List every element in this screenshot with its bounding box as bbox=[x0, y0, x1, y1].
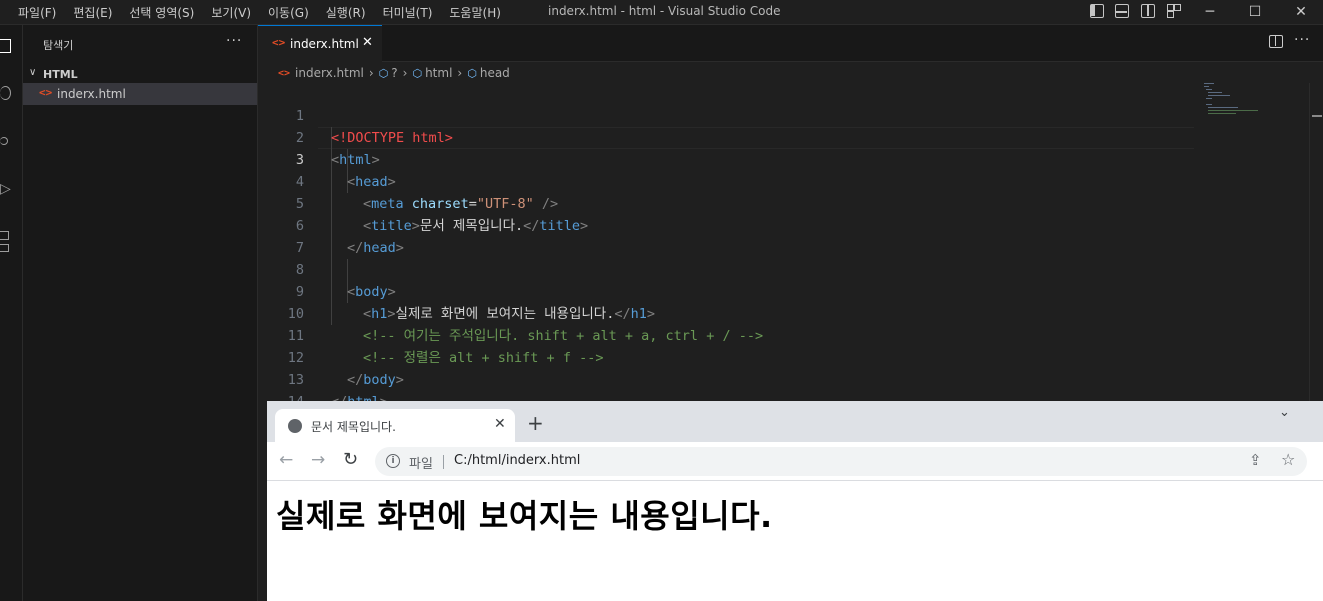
breadcrumb-html[interactable]: html bbox=[425, 66, 452, 80]
symbol-icon: ⬡ bbox=[378, 66, 389, 80]
breadcrumb: <> inderx.html › ⬡ ? › ⬡ html › ⬡ head bbox=[278, 65, 514, 81]
share-icon[interactable]: ⇪ bbox=[1249, 451, 1262, 469]
tab-search-icon[interactable]: ⌄ bbox=[1279, 405, 1290, 420]
code-line: 7 bbox=[258, 215, 1198, 256]
editor-area: <> inderx.html ✕ ··· <> inderx.html › ⬡ … bbox=[258, 25, 1323, 410]
file-item-label: inderx.html bbox=[57, 87, 126, 101]
browser-toolbar: ← → ↻ i 파일 C:/html/inderx.html ⇪ ☆ bbox=[267, 442, 1323, 481]
html-file-icon: <> bbox=[39, 86, 53, 99]
code-line: 3 <head> bbox=[258, 127, 1198, 190]
minimap[interactable] bbox=[1202, 80, 1262, 120]
search-icon[interactable] bbox=[0, 86, 11, 100]
breadcrumb-doctype[interactable]: ? bbox=[391, 66, 397, 80]
browser-tab-title: 문서 제목입니다. bbox=[311, 420, 396, 434]
chevron-right-icon: › bbox=[457, 66, 463, 80]
url-text[interactable]: C:/html/inderx.html bbox=[454, 453, 580, 468]
code-line: 8 <body> bbox=[258, 237, 1198, 300]
menu-view[interactable]: 보기(V) bbox=[211, 4, 260, 21]
back-button[interactable]: ← bbox=[279, 450, 293, 470]
explorer-icon[interactable] bbox=[0, 39, 11, 53]
code-line: 11 <!-- 정렬은 alt + shift + f --> bbox=[258, 303, 1198, 366]
menu-run[interactable]: 실행(R) bbox=[326, 4, 375, 21]
activity-bar: ▷ bbox=[0, 25, 23, 601]
file-item[interactable]: <> inderx.html bbox=[23, 83, 257, 105]
window-title: inderx.html - html - Visual Studio Code bbox=[548, 4, 781, 18]
chevron-right-icon: › bbox=[368, 66, 374, 80]
toggle-secondary-sidebar-icon[interactable] bbox=[1141, 4, 1155, 18]
bookmark-star-icon[interactable]: ☆ bbox=[1281, 450, 1295, 469]
sidebar-title: 탐색기 bbox=[43, 39, 74, 52]
chevron-down-icon: ∨ bbox=[29, 67, 37, 78]
editor-more-actions-icon[interactable]: ··· bbox=[1294, 32, 1310, 48]
split-editor-icon[interactable] bbox=[1269, 35, 1283, 48]
tab-close-icon[interactable]: ✕ bbox=[494, 416, 506, 432]
menu-terminal[interactable]: 터미널(T) bbox=[383, 4, 442, 21]
customize-layout-icon[interactable] bbox=[1167, 4, 1181, 18]
extensions-icon[interactable] bbox=[0, 231, 9, 240]
browser-tab-strip: 문서 제목입니다. ✕ + ⌄ bbox=[267, 401, 1323, 443]
symbol-icon: ⬡ bbox=[467, 66, 477, 80]
code-line: 4 <meta charset="UTF-8" /> bbox=[258, 149, 1198, 212]
title-bar: 파일(F) 편집(E) 선택 영역(S) 보기(V) 이동(G) 실행(R) 터… bbox=[0, 0, 1323, 25]
menu-help[interactable]: 도움말(H) bbox=[449, 4, 510, 21]
minimize-button[interactable]: ─ bbox=[1200, 2, 1220, 22]
menu-selection[interactable]: 선택 영역(S) bbox=[129, 4, 203, 21]
chevron-right-icon: › bbox=[402, 66, 408, 80]
toggle-panel-icon[interactable] bbox=[1115, 4, 1129, 18]
code-line: 6 </head> bbox=[258, 193, 1198, 256]
page-content: 실제로 화면에 보여지는 내용입니다. bbox=[267, 481, 1323, 601]
editor-tab[interactable]: <> inderx.html ✕ bbox=[258, 25, 382, 62]
scrollbar-marker bbox=[1312, 115, 1322, 117]
menu-file[interactable]: 파일(F) bbox=[18, 4, 65, 21]
explorer-sidebar: 탐색기 ··· ∨ HTML <> inderx.html bbox=[23, 25, 258, 601]
browser-window: 문서 제목입니다. ✕ + ⌄ ← → ↻ i 파일 C:/html/inder… bbox=[267, 401, 1323, 601]
html-file-icon: <> bbox=[278, 67, 291, 79]
menu-go[interactable]: 이동(G) bbox=[268, 4, 318, 21]
folder-row[interactable]: ∨ HTML bbox=[23, 65, 257, 85]
tab-close-icon[interactable]: ✕ bbox=[362, 35, 373, 50]
divider bbox=[443, 455, 444, 469]
page-heading: 실제로 화면에 보여지는 내용입니다. bbox=[276, 497, 773, 535]
code-line: 1 <!DOCTYPE html> bbox=[258, 83, 1198, 146]
code-line: 14 bbox=[258, 369, 1198, 410]
breadcrumb-file[interactable]: inderx.html bbox=[295, 66, 364, 80]
browser-tab[interactable]: 문서 제목입니다. ✕ bbox=[275, 409, 515, 443]
menu-edit[interactable]: 편집(E) bbox=[73, 4, 121, 21]
code-line: 12 </body> bbox=[258, 325, 1198, 388]
code-editor[interactable]: 1 <!DOCTYPE html> 2 <html> 3 <head> 4 <m… bbox=[258, 83, 1198, 410]
forward-button[interactable]: → bbox=[311, 450, 325, 470]
editor-scrollbar[interactable] bbox=[1309, 83, 1323, 401]
info-icon[interactable]: i bbox=[386, 454, 400, 468]
close-window-button[interactable]: ✕ bbox=[1291, 2, 1311, 22]
menu-bar: 파일(F) 편집(E) 선택 영역(S) 보기(V) 이동(G) 실행(R) 터… bbox=[18, 0, 518, 24]
editor-tab-bar: <> inderx.html ✕ ··· bbox=[258, 25, 1323, 62]
extensions-icon-lower bbox=[0, 244, 9, 252]
code-line: 5 <title>문서 제목입니다.</title> bbox=[258, 171, 1198, 234]
toggle-sidebar-icon[interactable] bbox=[1090, 4, 1104, 18]
folder-label: HTML bbox=[43, 68, 78, 81]
symbol-icon: ⬡ bbox=[412, 66, 423, 80]
code-line: 10 <!-- 여기는 주석입니다. shift + alt + a, ctrl… bbox=[258, 281, 1198, 344]
url-scheme-label: 파일 bbox=[409, 457, 433, 472]
globe-icon bbox=[288, 419, 302, 433]
code-line: 13 </html> bbox=[258, 347, 1198, 410]
address-bar[interactable]: i 파일 C:/html/inderx.html ⇪ ☆ bbox=[375, 447, 1307, 476]
code-line: 2 <html> bbox=[258, 105, 1198, 168]
breadcrumb-head[interactable]: head bbox=[480, 66, 510, 80]
maximize-button[interactable]: ☐ bbox=[1245, 2, 1265, 22]
source-control-icon[interactable] bbox=[0, 137, 8, 145]
code-line: 9 <h1>실제로 화면에 보여지는 내용입니다.</h1> bbox=[258, 259, 1198, 322]
sidebar-more-actions-icon[interactable]: ··· bbox=[226, 33, 242, 49]
editor-tab-label: inderx.html bbox=[290, 37, 359, 51]
new-tab-button[interactable]: + bbox=[527, 411, 544, 435]
html-file-icon: <> bbox=[272, 36, 286, 49]
reload-button[interactable]: ↻ bbox=[343, 449, 358, 470]
run-debug-icon[interactable]: ▷ bbox=[0, 181, 11, 197]
